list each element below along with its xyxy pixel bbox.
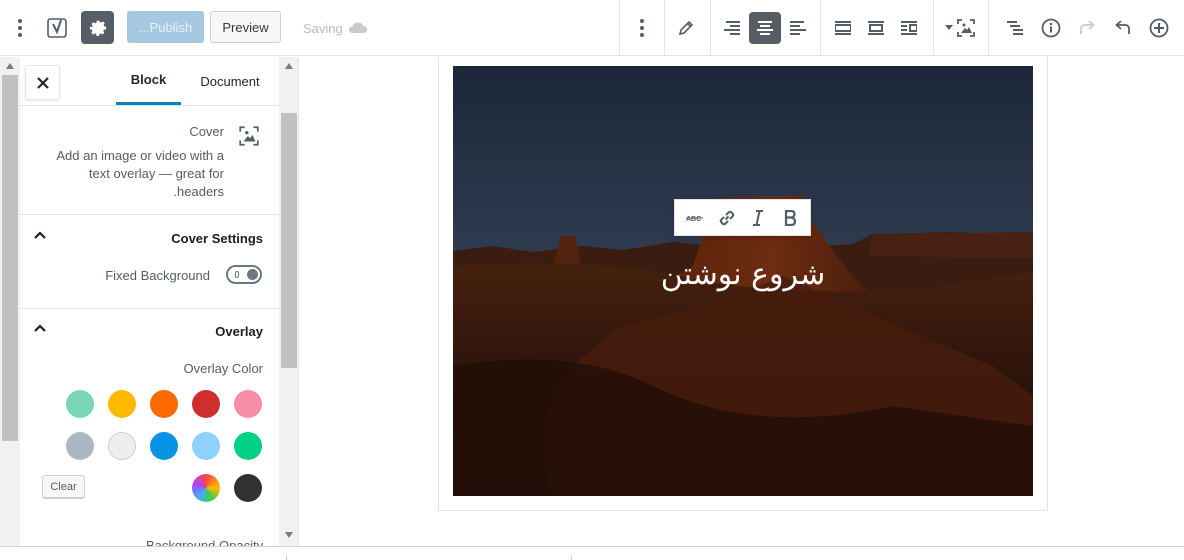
color-swatch-green[interactable] (234, 432, 262, 460)
toolbar-separator (988, 0, 989, 56)
dropdown-arrow-icon (944, 25, 953, 30)
color-swatch-light-gray[interactable] (108, 432, 136, 460)
chevron-up-icon (34, 231, 46, 239)
toolbar-separator (664, 0, 665, 56)
toggle-knob (247, 269, 258, 280)
block-card: Cover Add an image or video with a text … (20, 107, 279, 215)
undo-icon[interactable] (1107, 12, 1139, 44)
scroll-down-arrow[interactable] (285, 532, 293, 538)
format-toolbar: ABC (674, 199, 811, 236)
color-swatch-blue[interactable] (150, 432, 178, 460)
toolbar-separator (820, 0, 821, 56)
toolbar-separator (933, 0, 934, 56)
toolbar-separator (710, 0, 711, 56)
block-more-options-icon[interactable] (626, 12, 658, 44)
top-toolbar: ...Publish Preview Saving (0, 0, 1184, 56)
svg-text:ABC: ABC (686, 216, 701, 223)
overlay-color-label: Overlay Color (183, 361, 263, 376)
editor-canvas: شروع نوشتن ABC (300, 57, 1184, 546)
color-swatch-orange[interactable] (150, 390, 178, 418)
bold-icon[interactable] (775, 203, 805, 233)
change-block-type-button[interactable] (940, 12, 980, 44)
footer-divider (286, 555, 287, 560)
toolbar-separator (619, 0, 620, 56)
panel-divider (20, 308, 279, 309)
overlay-title: Overlay (215, 323, 263, 339)
fixed-background-label: Fixed Background (105, 268, 210, 283)
block-card-description: Add an image or video with a text overla… (56, 148, 224, 199)
sidebar-scrollbar-left[interactable] (0, 57, 20, 546)
saving-label: Saving (303, 20, 343, 36)
clear-color-button[interactable]: Clear (42, 475, 85, 498)
overlay-panel-toggle[interactable]: Overlay (20, 310, 279, 352)
close-icon (36, 76, 49, 89)
block-card-title: Cover (189, 124, 224, 139)
background-opacity-label: Background Opacity (146, 538, 264, 546)
scrollbar-thumb[interactable] (281, 113, 297, 368)
align-left-icon[interactable] (782, 12, 814, 44)
color-swatch-black[interactable] (234, 474, 262, 502)
link-icon[interactable] (712, 203, 742, 233)
pencil-icon[interactable] (670, 12, 702, 44)
footer-divider (571, 555, 572, 560)
cover-image-icon (956, 19, 975, 37)
tab-block[interactable]: Block (116, 57, 181, 105)
add-block-icon[interactable] (1143, 12, 1175, 44)
color-swatch-gray[interactable] (66, 432, 94, 460)
sidebar-content: Block Document Cover Add an image or vid… (20, 57, 279, 546)
align-image-icon[interactable] (893, 12, 925, 44)
tab-document[interactable]: Document (191, 57, 269, 105)
cloud-icon (348, 22, 367, 33)
scroll-up-arrow[interactable] (6, 63, 14, 69)
gear-icon (89, 20, 106, 36)
cover-block-icon (238, 125, 260, 147)
yoast-icon[interactable] (42, 13, 72, 43)
publish-button[interactable]: ...Publish (127, 11, 204, 43)
color-swatch-red[interactable] (192, 390, 220, 418)
redo-icon[interactable] (1071, 12, 1103, 44)
cover-settings-panel-toggle[interactable]: Cover Settings (20, 217, 279, 259)
more-menu-icon[interactable] (6, 14, 34, 42)
color-swatch-pink[interactable] (234, 390, 262, 418)
info-icon[interactable] (1035, 12, 1067, 44)
strikethrough-icon[interactable]: ABC (680, 203, 710, 233)
color-swatch-light-green[interactable] (66, 390, 94, 418)
chevron-up-icon (34, 324, 46, 332)
sidebar-tabs: Block Document (20, 57, 279, 106)
settings-sidebar: Block Document Cover Add an image or vid… (0, 57, 299, 546)
close-sidebar-button[interactable] (25, 65, 60, 100)
cover-title-text[interactable]: شروع نوشتن (453, 257, 1033, 292)
scrollbar-thumb[interactable] (2, 75, 18, 441)
settings-button[interactable] (81, 11, 114, 44)
fixed-background-toggle[interactable] (226, 265, 262, 284)
italic-icon[interactable] (743, 203, 773, 233)
footer-bar (0, 546, 1184, 560)
color-swatch-light-blue[interactable] (192, 432, 220, 460)
saving-status: Saving (303, 14, 367, 42)
toggle-on-indicator (235, 271, 239, 278)
custom-color-picker[interactable] (192, 474, 220, 502)
color-swatch-amber[interactable] (108, 390, 136, 418)
cover-settings-title: Cover Settings (171, 230, 263, 246)
align-center-icon[interactable] (749, 12, 781, 44)
preview-button[interactable]: Preview (210, 11, 281, 43)
align-right-icon[interactable] (716, 12, 748, 44)
scroll-up-arrow[interactable] (285, 63, 293, 69)
wide-width-icon[interactable] (827, 12, 859, 44)
block-navigation-icon[interactable] (999, 12, 1031, 44)
sidebar-scrollbar[interactable] (279, 57, 298, 546)
full-width-icon[interactable] (860, 12, 892, 44)
